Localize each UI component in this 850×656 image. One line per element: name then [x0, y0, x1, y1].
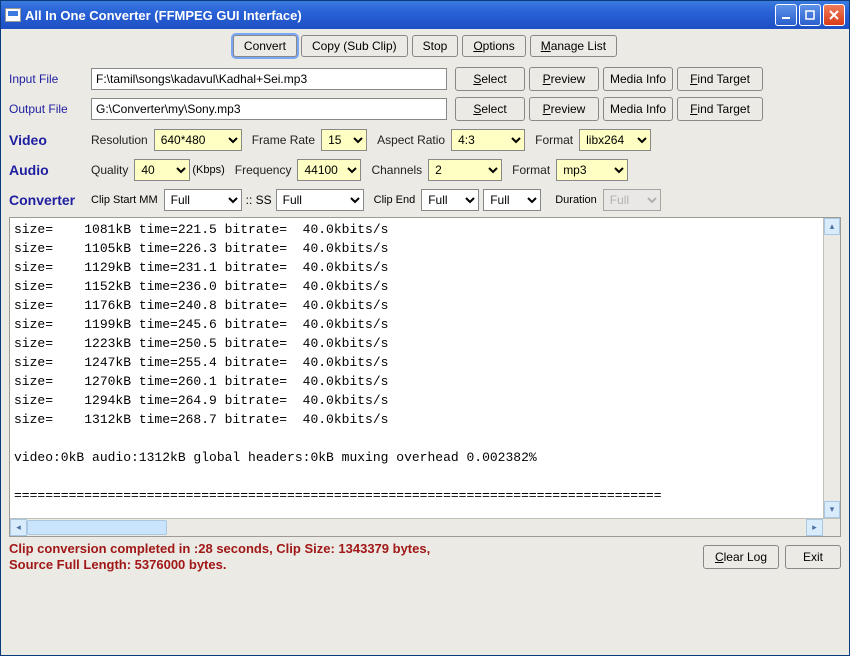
video-format-label: Format: [535, 133, 573, 147]
scroll-thumb[interactable]: [27, 520, 167, 535]
clear-log-button[interactable]: Clear Log: [703, 545, 779, 569]
duration-label: Duration: [555, 194, 597, 206]
titlebar[interactable]: All In One Converter (FFMPEG GUI Interfa…: [1, 1, 849, 29]
resolution-select[interactable]: 640*480: [154, 129, 242, 151]
stop-button[interactable]: Stop: [412, 35, 459, 57]
horizontal-scrollbar[interactable]: ◂ ▸: [10, 518, 840, 536]
video-section-label: Video: [9, 132, 91, 148]
clipstart-label: Clip Start MM: [91, 194, 158, 206]
video-format-select[interactable]: libx264: [579, 129, 651, 151]
converter-section-label: Converter: [9, 192, 91, 208]
status-text: Clip conversion completed in :28 seconds…: [9, 541, 697, 573]
input-select-button[interactable]: Select: [455, 67, 525, 91]
output-select-button[interactable]: Select: [455, 97, 525, 121]
clipend-label: Clip End: [374, 194, 416, 206]
scroll-track[interactable]: [167, 519, 806, 536]
clipstart-ss-select[interactable]: Full: [276, 189, 364, 211]
aspect-select[interactable]: 4:3: [451, 129, 525, 151]
duration-select: Full: [603, 189, 661, 211]
clipend-mm-select[interactable]: Full: [421, 189, 479, 211]
aspect-label: Aspect Ratio: [377, 133, 445, 147]
scroll-down-icon[interactable]: ▾: [824, 501, 840, 518]
copy-subclip-button[interactable]: Copy (Sub Clip): [301, 35, 408, 57]
scroll-up-icon[interactable]: ▴: [824, 218, 840, 235]
output-findtarget-button[interactable]: Find Target: [677, 97, 763, 121]
exit-button[interactable]: Exit: [785, 545, 841, 569]
audio-format-label: Format: [512, 163, 550, 177]
frequency-label: Frequency: [235, 163, 292, 177]
framerate-label: Frame Rate: [252, 133, 315, 147]
options-rest: ptions: [483, 39, 515, 53]
output-file-field[interactable]: [91, 98, 447, 120]
close-button[interactable]: [823, 4, 845, 26]
scroll-corner: [823, 519, 840, 536]
clipstart-mm-select[interactable]: Full: [164, 189, 242, 211]
window-title: All In One Converter (FFMPEG GUI Interfa…: [25, 8, 775, 23]
status-line1: Clip conversion completed in :28 seconds…: [9, 541, 697, 557]
clipend-ss-select[interactable]: Full: [483, 189, 541, 211]
scroll-right-icon[interactable]: ▸: [806, 519, 823, 536]
input-findtarget-button[interactable]: Find Target: [677, 67, 763, 91]
status-line2: Source Full Length: 5376000 bytes.: [9, 557, 697, 573]
input-mediainfo-button[interactable]: Media Info: [603, 67, 673, 91]
audio-format-select[interactable]: mp3: [556, 159, 628, 181]
vertical-scrollbar[interactable]: ▴ ▾: [823, 218, 840, 518]
convert-button[interactable]: Convert: [233, 35, 297, 57]
minimize-button[interactable]: [775, 4, 797, 26]
log-text[interactable]: size= 1081kB time=221.5 bitrate= 40.0kbi…: [10, 218, 840, 520]
channels-select[interactable]: 2: [428, 159, 502, 181]
framerate-select[interactable]: 15: [321, 129, 367, 151]
options-button[interactable]: Options: [462, 35, 525, 57]
main-toolbar: Convert Copy (Sub Clip) Stop Options Man…: [9, 35, 841, 57]
output-mediainfo-button[interactable]: Media Info: [603, 97, 673, 121]
output-preview-button[interactable]: Preview: [529, 97, 599, 121]
manage-list-button[interactable]: Manage List: [530, 35, 617, 57]
quality-unit: (Kbps): [192, 164, 224, 176]
frequency-select[interactable]: 44100: [297, 159, 361, 181]
input-preview-button[interactable]: Preview: [529, 67, 599, 91]
maximize-button[interactable]: [799, 4, 821, 26]
manage-rest: anage List: [551, 39, 606, 53]
channels-label: Channels: [371, 163, 422, 177]
input-file-field[interactable]: [91, 68, 447, 90]
audio-section-label: Audio: [9, 162, 91, 178]
app-icon: [5, 8, 21, 22]
ss-separator: :: SS: [246, 193, 272, 207]
log-panel: size= 1081kB time=221.5 bitrate= 40.0kbi…: [9, 217, 841, 537]
scroll-left-icon[interactable]: ◂: [10, 519, 27, 536]
output-file-label: Output File: [9, 102, 83, 116]
quality-select[interactable]: 40: [134, 159, 190, 181]
resolution-label: Resolution: [91, 133, 148, 147]
input-file-label: Input File: [9, 72, 83, 86]
quality-label: Quality: [91, 163, 128, 177]
